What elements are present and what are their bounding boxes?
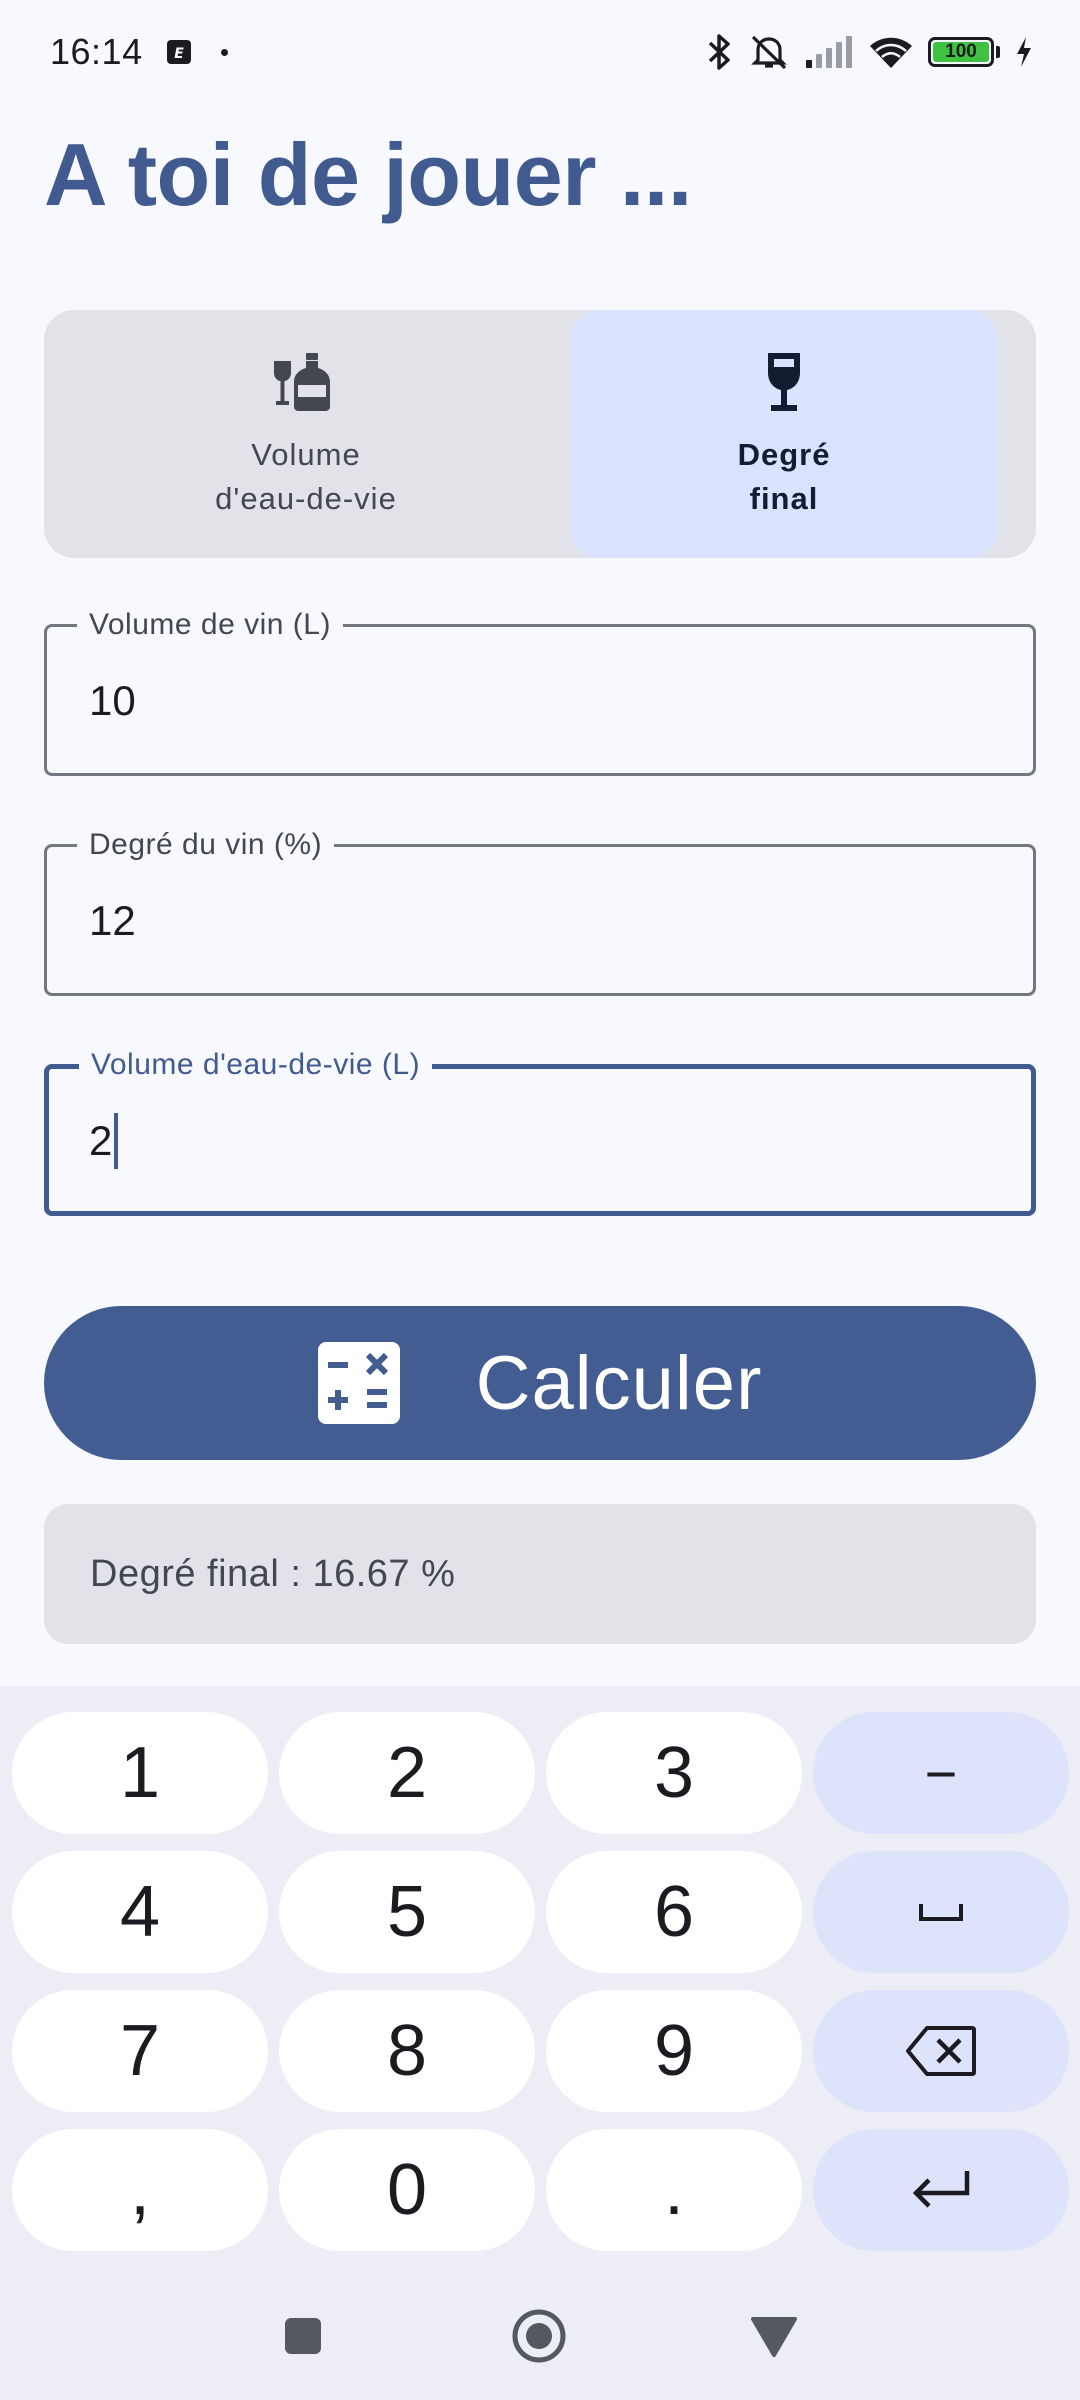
svg-text:E: E xyxy=(174,46,184,62)
key-1[interactable]: 1 xyxy=(12,1712,268,1834)
charging-icon xyxy=(1014,35,1034,69)
wine-glass-icon xyxy=(749,347,819,417)
key-7-label: 7 xyxy=(119,2011,161,2091)
battery-cap xyxy=(996,46,1000,58)
text-cursor xyxy=(114,1113,119,1169)
calculator-icon xyxy=(317,1342,400,1424)
spirit-volume-field[interactable]: Volume d'eau-de-vie (L) 2 xyxy=(44,1045,1036,1216)
key-minus[interactable]: − xyxy=(813,1712,1069,1834)
status-left: 16:14 E xyxy=(50,31,228,73)
result-box: Degré final : 16.67 % xyxy=(44,1504,1036,1644)
result-text: Degré final : 16.67 % xyxy=(90,1552,456,1595)
wine-degree-label: Degré du vin (%) xyxy=(77,825,335,865)
bluetooth-icon xyxy=(704,32,734,72)
status-bar: 16:14 E 100 xyxy=(0,0,1080,104)
wine-degree-field[interactable]: Degré du vin (%) 12 xyxy=(44,825,1036,996)
tab-final-degree[interactable]: Degré final xyxy=(570,310,998,558)
key-6[interactable]: 6 xyxy=(546,1851,802,1973)
key-8[interactable]: 8 xyxy=(279,1990,535,2112)
home-button[interactable] xyxy=(511,2308,567,2369)
battery-level: 100 xyxy=(945,41,977,62)
enter-icon xyxy=(909,2167,973,2213)
key-0-label: 0 xyxy=(386,2150,428,2230)
wine-volume-field[interactable]: Volume de vin (L) 10 xyxy=(44,605,1036,776)
recents-button[interactable] xyxy=(283,2316,323,2361)
wine-volume-label: Volume de vin (L) xyxy=(77,605,343,645)
key-8-label: 8 xyxy=(386,2011,428,2091)
spirit-volume-label: Volume d'eau-de-vie (L) xyxy=(79,1045,433,1085)
key-3-label: 3 xyxy=(653,1733,695,1813)
key-5-label: 5 xyxy=(386,1872,428,1952)
key-enter[interactable] xyxy=(813,2129,1069,2251)
home-icon xyxy=(512,2309,566,2363)
tab-spirit-volume[interactable]: Volume d'eau-de-vie xyxy=(44,310,568,558)
bottle-and-glass-icon xyxy=(271,347,341,417)
battery-icon: 100 xyxy=(928,37,1000,67)
recents-icon xyxy=(285,2318,321,2354)
key-5[interactable]: 5 xyxy=(279,1851,535,1973)
spirit-volume-value: 2 xyxy=(89,1117,113,1164)
mode-segmented-control: Volume d'eau-de-vie Degré final xyxy=(44,310,1036,558)
app-notification-icon: E xyxy=(165,38,193,66)
key-period-label: . xyxy=(663,2150,684,2230)
back-button[interactable] xyxy=(750,2316,798,2363)
space-icon xyxy=(918,1901,964,1923)
key-space[interactable] xyxy=(813,1851,1069,1973)
key-comma[interactable]: , xyxy=(12,2129,268,2251)
page-title: A toi de jouer ... xyxy=(44,125,692,224)
key-3[interactable]: 3 xyxy=(546,1712,802,1834)
backspace-icon xyxy=(905,2025,977,2077)
back-icon xyxy=(751,2317,797,2357)
calculate-label: Calculer xyxy=(475,1340,763,1426)
battery-body: 100 xyxy=(928,37,994,67)
numeric-keyboard: 1 2 3 − 4 5 6 7 8 9 , 0 . xyxy=(0,1686,1080,2400)
tab-spirit-volume-label: Volume d'eau-de-vie xyxy=(215,437,397,516)
key-period[interactable]: . xyxy=(546,2129,802,2251)
key-6-label: 6 xyxy=(653,1872,695,1952)
wifi-icon xyxy=(868,34,914,70)
key-7[interactable]: 7 xyxy=(12,1990,268,2112)
key-9-label: 9 xyxy=(653,2011,695,2091)
wine-volume-input[interactable]: 10 xyxy=(89,673,136,729)
calculate-button[interactable]: Calculer xyxy=(44,1306,1036,1460)
key-backspace[interactable] xyxy=(813,1990,1069,2112)
key-4[interactable]: 4 xyxy=(12,1851,268,1973)
tab-final-degree-label: Degré final xyxy=(737,437,831,516)
key-2-label: 2 xyxy=(386,1733,428,1813)
wine-degree-input[interactable]: 12 xyxy=(89,893,136,949)
key-minus-label: − xyxy=(924,1741,958,1805)
key-2[interactable]: 2 xyxy=(279,1712,535,1834)
key-1-label: 1 xyxy=(119,1733,161,1813)
spirit-volume-input[interactable]: 2 xyxy=(89,1113,119,1169)
silent-mode-icon xyxy=(748,32,790,72)
key-4-label: 4 xyxy=(119,1872,161,1952)
notification-dot-icon xyxy=(220,48,228,56)
key-comma-label: , xyxy=(129,2150,150,2230)
cell-signal-icon xyxy=(804,34,854,70)
status-time: 16:14 xyxy=(50,31,143,72)
key-9[interactable]: 9 xyxy=(546,1990,802,2112)
status-right: 100 xyxy=(704,32,1034,72)
key-0[interactable]: 0 xyxy=(279,2129,535,2251)
